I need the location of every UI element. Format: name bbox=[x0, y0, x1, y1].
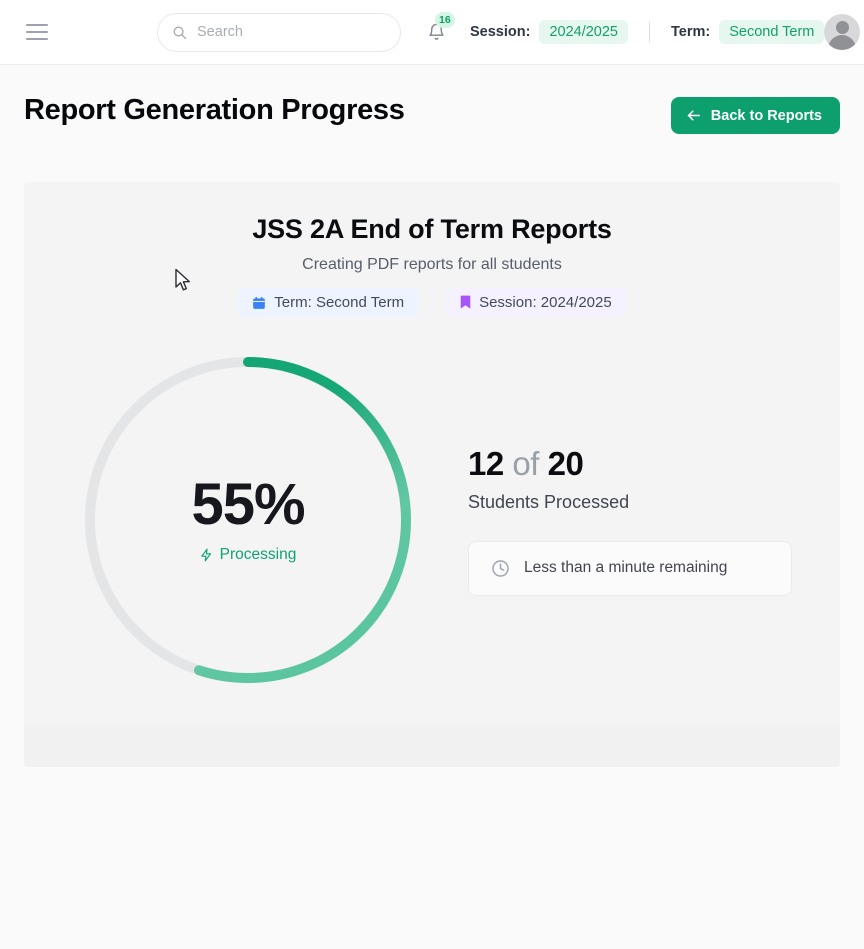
total-value: 20 bbox=[547, 444, 584, 482]
eta-box: Less than a minute remaining bbox=[468, 540, 792, 596]
avatar-body bbox=[828, 35, 857, 50]
eta-label: Less than a minute remaining bbox=[524, 559, 728, 576]
calendar-icon bbox=[253, 296, 266, 309]
progress-status: Processing bbox=[191, 546, 304, 564]
back-to-reports-label: Back to Reports bbox=[710, 107, 822, 124]
report-meta-badges: Term: Second Term Session: 2024/2025 bbox=[48, 288, 816, 317]
divider bbox=[648, 22, 650, 42]
avatar-head bbox=[835, 21, 849, 34]
session-badge-label: Session: 2024/2025 bbox=[479, 294, 612, 311]
processed-value: 12 bbox=[468, 444, 504, 482]
back-to-reports-button[interactable]: Back to Reports bbox=[670, 97, 840, 134]
page-title: Report Generation Progress bbox=[24, 94, 405, 126]
progress-section: 55% Processing 12 of 20 Students Process… bbox=[48, 345, 816, 727]
notification-count-badge: 16 bbox=[435, 12, 455, 28]
page-header: Report Generation Progress Back to Repor… bbox=[0, 65, 864, 134]
of-connector: of bbox=[512, 444, 539, 482]
lightning-bolt-icon bbox=[201, 548, 212, 562]
session-badge: Session: 2024/2025 bbox=[446, 288, 626, 317]
session-term-group: Session: 2024/2025 Term: Second Term bbox=[470, 20, 825, 44]
report-subtitle: Creating PDF reports for all students bbox=[302, 256, 562, 273]
term-value[interactable]: Second Term bbox=[719, 20, 825, 44]
search-input[interactable] bbox=[197, 24, 386, 40]
top-bar: 16 Session: 2024/2025 Term: Second Term bbox=[0, 0, 864, 65]
arrow-left-icon bbox=[687, 110, 700, 121]
progress-center: 55% Processing bbox=[191, 472, 305, 564]
report-title: JSS 2A End of Term Reports bbox=[252, 214, 612, 244]
term-badge-label: Term: Second Term bbox=[274, 294, 405, 311]
progress-card-body: JSS 2A End of Term Reports Creating PDF … bbox=[24, 182, 840, 727]
bookmark-icon bbox=[460, 295, 471, 309]
students-processed-count: 12 of 20 bbox=[468, 445, 792, 483]
progress-ring: 55% Processing bbox=[48, 345, 448, 695]
hamburger-line bbox=[26, 24, 48, 26]
progress-percent: 55% bbox=[191, 472, 305, 537]
hamburger-line bbox=[26, 38, 48, 40]
avatar[interactable] bbox=[824, 14, 861, 50]
progress-status-label: Processing bbox=[219, 546, 297, 563]
search-box[interactable] bbox=[157, 12, 401, 52]
students-processed-caption: Students Processed bbox=[468, 491, 630, 512]
session-value[interactable]: 2024/2025 bbox=[539, 20, 628, 44]
search-icon bbox=[173, 25, 187, 39]
hamburger-line bbox=[26, 31, 48, 33]
session-label: Session: bbox=[470, 24, 531, 40]
progress-card: JSS 2A End of Term Reports Creating PDF … bbox=[24, 182, 840, 767]
term-label: Term: bbox=[670, 24, 711, 40]
progress-card-footer bbox=[24, 727, 840, 767]
progress-stats: 12 of 20 Students Processed Less than a … bbox=[448, 445, 816, 596]
clock-icon bbox=[492, 559, 509, 577]
term-badge: Term: Second Term bbox=[238, 288, 419, 317]
notifications-button[interactable]: 16 bbox=[423, 12, 455, 47]
hamburger-menu-icon[interactable] bbox=[20, 15, 54, 49]
